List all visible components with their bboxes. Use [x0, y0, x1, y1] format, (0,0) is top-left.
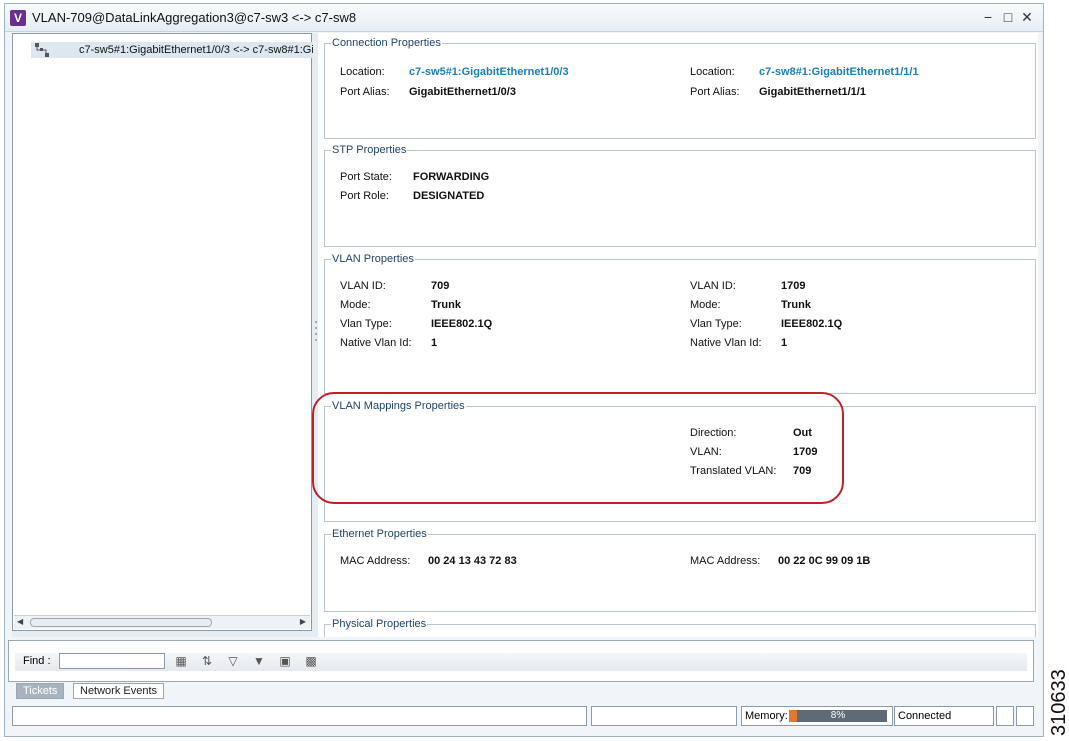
native-vlan-value: 1 [431, 337, 438, 349]
mode-label: Mode: [340, 299, 371, 311]
vlan-type-value: IEEE802.1Q [431, 318, 493, 330]
print-icon[interactable]: ▩ [303, 653, 319, 669]
tree-panel: c7-sw5#1:GigabitEthernet1/0/3 <-> c7-sw8… [12, 33, 313, 631]
export-icon[interactable]: ▣ [277, 653, 293, 669]
title-bar[interactable]: V VLAN-709@DataLinkAggregation3@c7-sw3 <… [5, 4, 1043, 32]
status-message [12, 706, 587, 726]
app-logo-icon: V [10, 10, 26, 26]
mac-address-label: MAC Address: [340, 555, 411, 567]
content-frame: c7-sw5#1:GigabitEthernet1/0/3 <-> c7-sw8… [12, 33, 1038, 637]
port-alias-value: GigabitEthernet1/0/3 [409, 86, 516, 98]
port-state-label: Port State: [340, 171, 392, 183]
find-input[interactable] [59, 653, 165, 669]
native-vlan-label: Native Vlan Id: [690, 337, 762, 349]
filter-icon[interactable]: ▽ [225, 653, 241, 669]
port-role-label: Port Role: [340, 190, 389, 202]
stp-properties-group: STP Properties Port State: FORWARDING Po… [324, 144, 1036, 247]
find-label: Find : [23, 655, 51, 667]
port-alias-value: GigabitEthernet1/1/1 [759, 86, 866, 98]
vlan-id-label: VLAN ID: [690, 280, 736, 292]
tab-network-events[interactable]: Network Events [73, 683, 165, 699]
mac-address-label: MAC Address: [690, 555, 761, 567]
group-title: Ethernet Properties [331, 528, 428, 540]
native-vlan-value: 1 [781, 337, 788, 349]
table-icon[interactable]: ▦ [173, 653, 189, 669]
port-alias-label: Port Alias: [340, 86, 390, 98]
close-button[interactable]: ✕ [1019, 9, 1035, 25]
memory-value: 8% [830, 710, 846, 721]
vlan-id-value: 1709 [781, 280, 806, 292]
memory-label: Memory: [745, 710, 788, 722]
scroll-thumb[interactable] [30, 618, 212, 627]
group-title: STP Properties [331, 144, 408, 156]
mode-value: Trunk [781, 299, 811, 311]
location-link[interactable]: c7-sw8#1:GigabitEthernet1/1/1 [759, 66, 919, 78]
vlan-type-label: Vlan Type: [690, 318, 742, 330]
ethernet-properties-group: Ethernet Properties MAC Address: 00 24 1… [324, 528, 1036, 612]
port-state-value: FORWARDING [413, 171, 490, 183]
scroll-left-icon[interactable]: ◀ [17, 617, 23, 626]
figure-number: 310633 [1048, 669, 1069, 736]
location-label: Location: [690, 66, 735, 78]
mode-label: Mode: [690, 299, 721, 311]
vlan-properties-group: VLAN Properties VLAN ID: 709 Mode: Trunk… [324, 253, 1036, 394]
vlan-id-label: VLAN ID: [340, 280, 386, 292]
group-title: Physical Properties [331, 618, 428, 630]
status-indicator [1016, 706, 1034, 726]
group-title: VLAN Properties [331, 253, 415, 265]
horizontal-scrollbar[interactable]: ◀ ▶ [14, 615, 310, 629]
link-icon [35, 43, 49, 57]
status-cell [591, 706, 737, 726]
clear-filter-icon[interactable]: ▼ [251, 653, 267, 669]
vlan-type-label: Vlan Type: [340, 318, 392, 330]
mac-address-value: 00 24 13 43 72 83 [428, 555, 517, 567]
maximize-button[interactable]: □ [1000, 9, 1016, 25]
location-link[interactable]: c7-sw5#1:GigabitEthernet1/0/3 [409, 66, 569, 78]
event-pane: Find : ▦ ⇅ ▽ ▼ ▣ ▩ [8, 640, 1034, 682]
mode-value: Trunk [431, 299, 461, 311]
connection-status: Connected [894, 706, 994, 726]
tab-tickets[interactable]: Tickets [16, 683, 65, 699]
status-indicator [996, 706, 1014, 726]
vlan-id-value: 709 [431, 280, 450, 292]
highlight-annotation [312, 392, 844, 504]
memory-status: Memory: 8% [741, 706, 893, 726]
port-role-value: DESIGNATED [413, 190, 485, 202]
tree-item-label: c7-sw5#1:GigabitEthernet1/0/3 <-> c7-sw8… [79, 44, 313, 56]
tree-item-link[interactable]: c7-sw5#1:GigabitEthernet1/0/3 <-> c7-sw8… [31, 42, 313, 58]
port-alias-label: Port Alias: [690, 86, 740, 98]
sort-icon[interactable]: ⇅ [199, 653, 215, 669]
connection-properties-group: Connection Properties Location: c7-sw5#1… [324, 37, 1036, 139]
memory-bar: 8% [789, 710, 887, 722]
memory-fill [789, 710, 797, 722]
group-title: Connection Properties [331, 37, 442, 49]
location-label: Location: [340, 66, 385, 78]
mac-address-value: 00 22 0C 99 09 1B [778, 555, 871, 567]
status-bar: Memory: 8% Connected [8, 706, 1034, 726]
minimize-button[interactable]: − [980, 9, 996, 25]
physical-properties-group: Physical Properties [324, 618, 1036, 637]
window-title: VLAN-709@DataLinkAggregation3@c7-sw3 <->… [32, 10, 357, 25]
vlan-type-value: IEEE802.1Q [781, 318, 843, 330]
find-toolbar: Find : ▦ ⇅ ▽ ▼ ▣ ▩ [15, 653, 1027, 671]
scroll-right-icon[interactable]: ▶ [300, 617, 306, 626]
properties-panel: Connection Properties Location: c7-sw5#1… [318, 33, 1038, 637]
native-vlan-label: Native Vlan Id: [340, 337, 412, 349]
